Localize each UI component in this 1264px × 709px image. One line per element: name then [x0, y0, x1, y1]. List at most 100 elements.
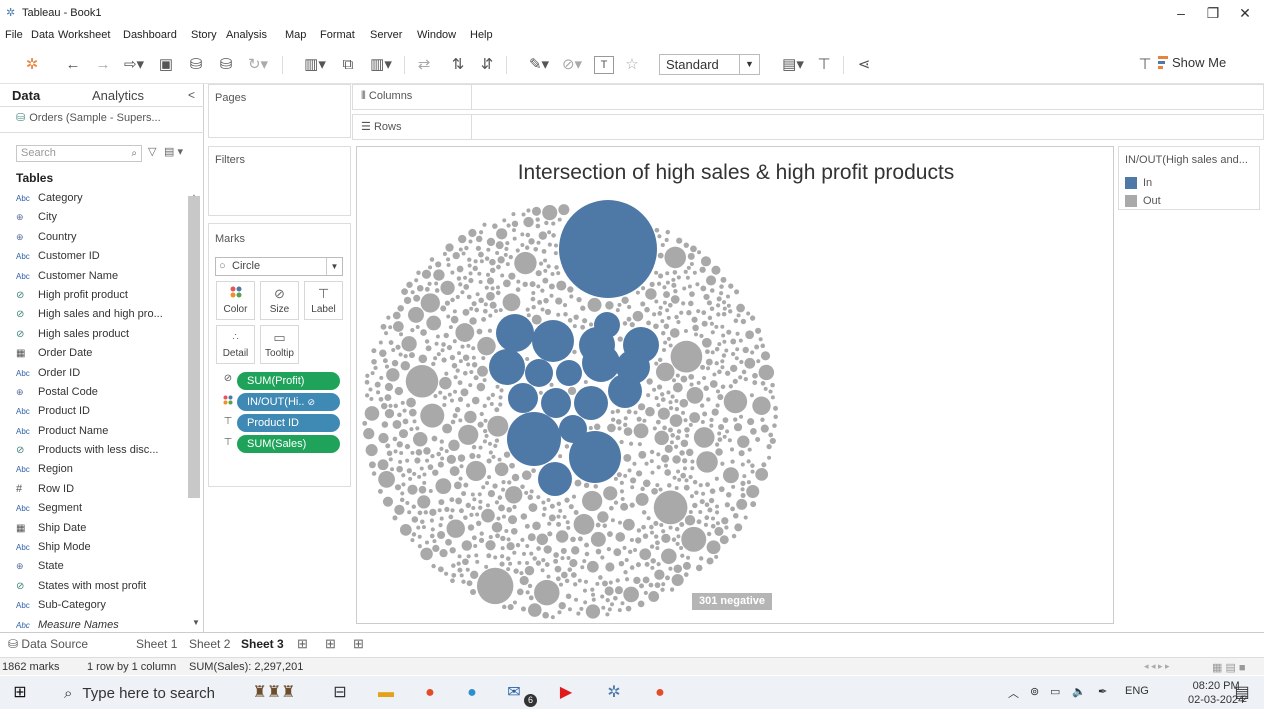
bubble-out[interactable] [622, 518, 635, 531]
fit-select[interactable]: Standard ▼ [659, 54, 760, 75]
menu-story[interactable]: Story [191, 29, 217, 41]
menu-data[interactable]: Data [31, 29, 54, 41]
bubble-out[interactable] [450, 578, 455, 584]
bubble-out[interactable] [701, 375, 707, 381]
bubble-out[interactable] [406, 281, 413, 288]
bubble-out[interactable] [481, 508, 495, 523]
bubble-out[interactable] [628, 441, 634, 446]
bubble-out[interactable] [460, 290, 465, 295]
bubble-out[interactable] [699, 498, 705, 505]
bubble-out[interactable] [622, 321, 628, 326]
bubble-out[interactable] [577, 578, 582, 583]
bubble-out[interactable] [507, 603, 514, 611]
bubble-out[interactable] [386, 368, 400, 382]
bubble-out[interactable] [667, 302, 673, 308]
bubble-out[interactable] [642, 418, 647, 423]
bubble-out[interactable] [416, 284, 424, 292]
bubble-out[interactable] [423, 510, 428, 515]
bubble-out[interactable] [675, 373, 680, 378]
bubble-out[interactable] [674, 314, 679, 320]
bubble-out[interactable] [686, 448, 694, 457]
bubble-out[interactable] [445, 243, 454, 252]
bubble-out[interactable] [671, 282, 677, 288]
bubble-out[interactable] [459, 464, 464, 469]
scroll-down-arrow[interactable]: ▼ [192, 618, 200, 627]
bubble-out[interactable] [582, 559, 587, 564]
bubble-out[interactable] [437, 566, 444, 573]
bubble-out[interactable] [516, 279, 521, 284]
bubble-out[interactable] [449, 398, 455, 403]
bubble-out[interactable] [399, 524, 412, 536]
bubble-out[interactable] [586, 560, 599, 573]
bubble-out[interactable] [414, 278, 419, 283]
bubble-out[interactable] [572, 349, 577, 355]
bubble-out[interactable] [407, 510, 412, 515]
bubble-out[interactable] [515, 542, 521, 548]
bubble-out[interactable] [639, 548, 652, 561]
bubble-out[interactable] [687, 252, 695, 260]
bubble-out[interactable] [590, 587, 595, 592]
bubble-out[interactable] [688, 300, 694, 307]
bubble-out[interactable] [409, 427, 414, 432]
nav-arrows-icon[interactable]: ◂ ◂ ▸ ▸ [1144, 661, 1170, 672]
bubble-out[interactable] [683, 242, 689, 248]
bubble-out[interactable] [651, 487, 658, 495]
bubble-out[interactable] [700, 256, 712, 267]
bubble-out[interactable] [479, 531, 484, 536]
bubble-out[interactable] [517, 560, 522, 565]
bubble-out[interactable] [684, 478, 689, 483]
bubble-out[interactable] [659, 522, 664, 528]
tableau-logo-icon[interactable]: ✲ [22, 54, 42, 76]
bubble-out[interactable] [742, 346, 749, 354]
bubble-out[interactable] [566, 555, 571, 560]
bubble-out[interactable] [388, 457, 393, 462]
bubble-out[interactable] [446, 263, 451, 268]
bubble-out[interactable] [440, 280, 455, 295]
bubble-out[interactable] [540, 288, 545, 293]
bubble-out[interactable] [447, 392, 452, 397]
bubble-out[interactable] [510, 527, 518, 535]
bubble-out[interactable] [680, 472, 687, 479]
bubble-out[interactable] [646, 378, 653, 385]
bubble-out[interactable] [424, 540, 430, 545]
field-item[interactable]: ⊕ Country [16, 231, 186, 250]
bubble-out[interactable] [525, 356, 530, 362]
bubble-out[interactable] [637, 442, 642, 447]
bubble-out[interactable] [649, 281, 655, 287]
bubble-chart[interactable] [357, 147, 1114, 624]
bubble-out[interactable] [619, 489, 625, 494]
bubble-out[interactable] [481, 316, 487, 322]
bubble-out[interactable] [740, 480, 746, 487]
bubble-out[interactable] [453, 481, 462, 490]
bubble-out[interactable] [637, 403, 646, 411]
bubble-out[interactable] [512, 504, 517, 510]
bubble-out[interactable] [689, 261, 694, 266]
bubble-out[interactable] [435, 478, 452, 495]
bubble-out[interactable] [462, 354, 470, 362]
bubble-out[interactable] [515, 287, 521, 292]
bubble-out[interactable] [750, 350, 755, 355]
bubble-out[interactable] [504, 528, 509, 534]
bubble-out[interactable] [572, 324, 577, 329]
bubble-out[interactable] [388, 340, 394, 345]
bubble-out[interactable] [711, 265, 721, 275]
bubble-out[interactable] [700, 364, 706, 370]
bubble-out[interactable] [749, 315, 756, 321]
bubble-out[interactable] [461, 540, 473, 551]
collapse-pane-button[interactable]: < [188, 88, 195, 102]
bubble-out[interactable] [639, 583, 644, 589]
bubble-out[interactable] [507, 515, 518, 525]
bubble-out[interactable] [441, 342, 446, 347]
bubble-out[interactable] [503, 252, 508, 257]
bubble-out[interactable] [420, 547, 433, 561]
bubble-out[interactable] [463, 284, 470, 290]
bubble-out[interactable] [496, 264, 501, 270]
bubble-out[interactable] [635, 537, 642, 544]
bubble-out[interactable] [689, 291, 695, 297]
bubble-out[interactable] [696, 309, 701, 314]
bubble-out[interactable] [458, 418, 463, 423]
bubble-out[interactable] [649, 544, 655, 549]
bubble-out[interactable] [750, 428, 757, 435]
view-toggle-icon[interactable]: ▦ ▤ ■ [1212, 661, 1246, 674]
bubble-out[interactable] [767, 455, 772, 460]
